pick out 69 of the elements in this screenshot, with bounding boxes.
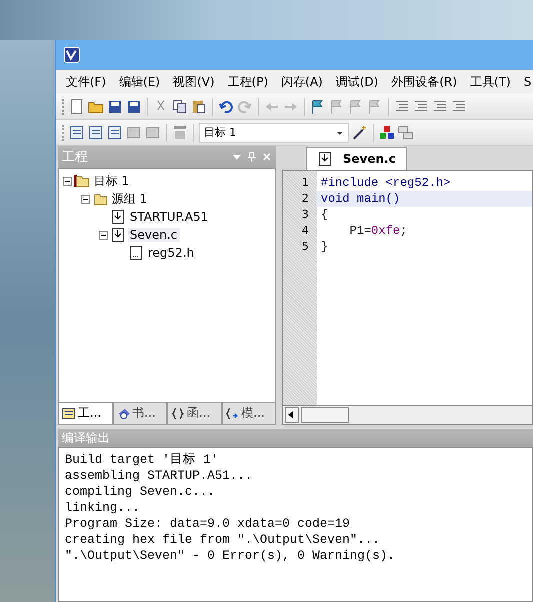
code-line: }: [320, 239, 330, 255]
flag-icon[interactable]: [310, 98, 326, 114]
code-line: {: [320, 207, 330, 223]
panel-tab[interactable]: 工...: [58, 403, 112, 425]
target-dropdown[interactable]: 目标 1: [199, 122, 349, 142]
output-line: creating hex file from ".\Output\Seven"...: [65, 532, 382, 548]
windows-icon[interactable]: [398, 124, 414, 140]
scroll-left-icon[interactable]: [285, 407, 299, 423]
scrollbar-thumb[interactable]: [301, 407, 349, 423]
bookmark-icon[interactable]: [348, 98, 364, 114]
tree-item[interactable]: Seven.c: [128, 228, 180, 242]
target-folder-icon: [74, 173, 90, 189]
menu-item[interactable]: 工具(T): [470, 74, 511, 90]
line-number: 3: [301, 207, 310, 223]
save-all-icon[interactable]: [126, 98, 142, 114]
collapse-toggle-icon[interactable]: [63, 176, 72, 186]
collapse-toggle-icon[interactable]: [81, 194, 90, 204]
output-line: linking...: [65, 500, 142, 516]
output-line: assembling STARTUP.A51...: [65, 468, 254, 484]
tree-item[interactable]: reg52.h: [146, 246, 196, 260]
line-number: 5: [301, 239, 310, 255]
dropdown-arrow-icon[interactable]: [232, 152, 242, 162]
tree-item[interactable]: STARTUP.A51: [128, 210, 210, 224]
tree-item[interactable]: 目标 1: [92, 172, 132, 190]
code-line: P1=0xfe;: [348, 223, 408, 239]
pin-icon[interactable]: [247, 152, 257, 162]
collapse-toggle-icon[interactable]: [99, 230, 108, 240]
menu-item[interactable]: 文件(F): [66, 74, 106, 90]
panel-tab[interactable]: 函...: [167, 403, 222, 425]
panel-tab[interactable]: 书...: [112, 403, 167, 425]
output-line: compiling Seven.c...: [65, 484, 216, 500]
source-file-icon: [110, 227, 126, 243]
source-file-icon: [110, 209, 126, 225]
close-icon[interactable]: [262, 152, 272, 162]
tree-item[interactable]: 源组 1: [110, 190, 150, 208]
save-icon[interactable]: [107, 98, 123, 114]
menu-item[interactable]: 编辑(E): [119, 74, 160, 90]
source-file-icon: [317, 151, 333, 167]
line-number: 4: [301, 223, 310, 239]
menu-item[interactable]: 闪存(A): [281, 74, 323, 90]
undo-icon[interactable]: [218, 98, 234, 114]
new-file-icon[interactable]: [69, 98, 85, 114]
horizontal-scrollbar[interactable]: [282, 406, 533, 425]
components-icon[interactable]: [379, 124, 395, 140]
code-editor[interactable]: 1 2 3 4 5 #include <reg52.h> void main() { P1=0xfe; }: [282, 170, 533, 406]
output-line: ".\Output\Seven" - 0 Error(s), 0 Warning(s).: [65, 548, 396, 564]
copy-icon[interactable]: [172, 98, 188, 114]
menu-item[interactable]: 外围设备(R): [392, 74, 458, 90]
panel-tab[interactable]: 模...: [222, 403, 276, 425]
menu-item[interactable]: 工程(P): [228, 74, 268, 90]
menu-item[interactable]: 调试(D): [336, 74, 379, 90]
line-number: 2: [301, 191, 310, 207]
editor-tab[interactable]: Seven.c: [306, 147, 407, 170]
output-line: Program Size: data=9.0 xdata=0 code=19: [65, 516, 352, 532]
menu-item[interactable]: S: [524, 75, 532, 89]
wand-icon[interactable]: [352, 124, 368, 140]
template-icon: [226, 406, 240, 420]
tree-view-icon: [62, 406, 76, 420]
menu-item[interactable]: 视图(V): [173, 74, 215, 90]
braces-icon: [171, 406, 185, 420]
output-line: Build target '目标 1': [65, 452, 220, 468]
code-line: #include <reg52.h>: [320, 175, 452, 191]
line-number: 1: [301, 175, 310, 191]
bookmark-icon[interactable]: [367, 98, 383, 114]
file-icon: [128, 245, 144, 261]
panel-title: 工程: [62, 149, 88, 166]
paste-icon[interactable]: [191, 98, 207, 114]
panel-title: 编译输出: [62, 430, 110, 446]
app-icon: [64, 47, 80, 63]
